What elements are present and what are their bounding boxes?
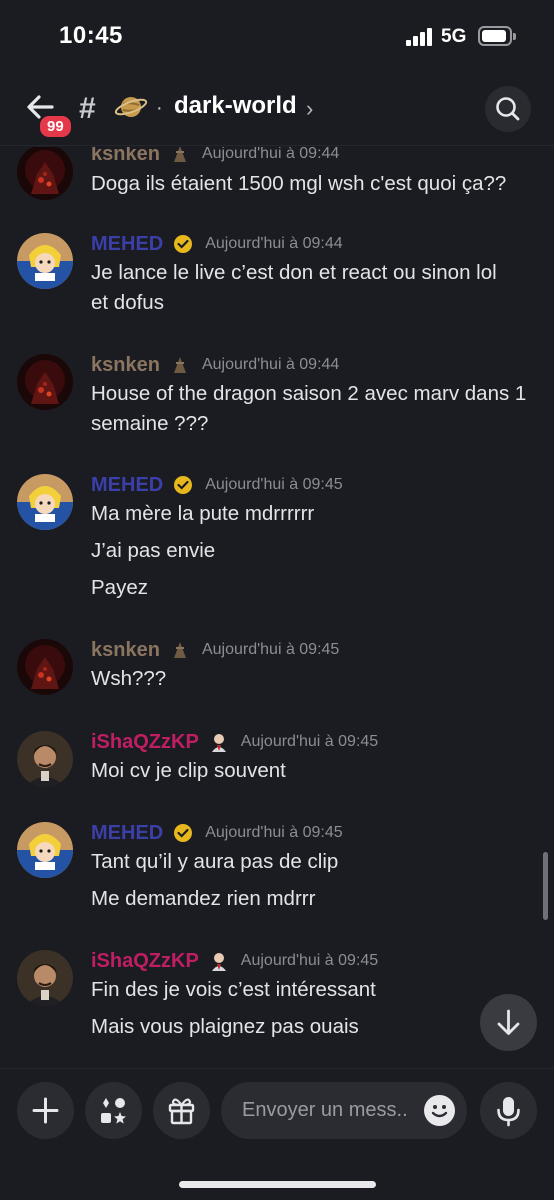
home-indicator[interactable] — [179, 1181, 376, 1188]
voice-message-button[interactable] — [480, 1082, 537, 1139]
emoji-icon[interactable] — [424, 1095, 455, 1126]
battery-icon — [478, 26, 516, 46]
message-meta: MEHED Aujourd'hui à 09:45 — [91, 820, 343, 846]
message-meta: ksnken Aujourd'hui à 09:45 — [91, 637, 339, 663]
channel-header: 99 # · dark-world › — [0, 78, 554, 146]
author-name[interactable]: ksnken — [91, 354, 160, 377]
message-text: Wsh??? — [91, 667, 167, 690]
chevron-right-icon[interactable]: › — [306, 96, 313, 122]
message-input[interactable]: Envoyer un mess.. — [221, 1082, 467, 1139]
message-text: Me demandez rien mdrrr — [91, 887, 316, 910]
message-text: Fin des je vois c’est intéressant — [91, 978, 376, 1001]
message-timestamp: Aujourd'hui à 09:44 — [205, 235, 343, 252]
message-text: Tant qu’il y aura pas de clip — [91, 850, 339, 873]
message-timestamp: Aujourd'hui à 09:45 — [205, 476, 343, 493]
trophy-role-icon — [170, 640, 190, 660]
avatar-ksnken[interactable] — [17, 639, 73, 695]
avatar-ksnken[interactable] — [17, 147, 73, 200]
status-time: 10:45 — [59, 22, 123, 49]
message-meta: iShaQZzKP Aujourd'hui à 09:45 — [91, 948, 378, 974]
message-meta: MEHED Aujourd'hui à 09:44 — [91, 231, 343, 257]
author-name[interactable]: MEHED — [91, 474, 163, 497]
verified-badge-icon — [173, 234, 193, 254]
unread-badge: 99 — [38, 114, 73, 139]
gift-icon — [168, 1098, 195, 1125]
message-meta: ksnken Aujourd'hui à 09:44 — [91, 352, 339, 378]
message-text: Je lance le live c’est don et react ou s… — [91, 261, 497, 284]
message-text: J’ai pas envie — [91, 539, 216, 562]
message-text: Doga ils étaient 1500 mgl wsh c'est quoi… — [91, 172, 507, 195]
plus-icon — [32, 1097, 59, 1124]
message-meta: iShaQZzKP Aujourd'hui à 09:45 — [91, 729, 378, 755]
bald-man-role-icon — [209, 951, 229, 971]
author-name[interactable]: ksnken — [91, 639, 160, 662]
verified-badge-icon — [173, 823, 193, 843]
avatar-ksnken[interactable] — [17, 354, 73, 410]
message-text: House of the dragon saison 2 avec marv d… — [91, 382, 527, 405]
message-text: et dofus — [91, 291, 164, 314]
author-name[interactable]: MEHED — [91, 233, 163, 256]
search-button[interactable] — [485, 86, 531, 132]
message-text: Ma mère la pute mdrrrrrr — [91, 502, 315, 525]
apps-button[interactable] — [85, 1082, 142, 1139]
trophy-role-icon — [170, 147, 190, 164]
message-meta: ksnken Aujourd'hui à 09:44 — [91, 147, 339, 167]
verified-badge-icon — [173, 475, 193, 495]
channel-hash-icon: # — [79, 92, 96, 125]
title-separator: · — [156, 97, 163, 119]
composer-bar: Envoyer un mess.. — [0, 1068, 554, 1200]
network-type: 5G — [441, 26, 467, 47]
trophy-role-icon — [170, 355, 190, 375]
jump-to-bottom-button[interactable] — [480, 994, 537, 1051]
search-icon — [496, 97, 520, 121]
scrollbar[interactable] — [543, 852, 548, 920]
message-timestamp: Aujourd'hui à 09:44 — [201, 356, 340, 373]
arrow-down-icon — [497, 1009, 520, 1035]
signal-icon — [406, 28, 434, 46]
author-name[interactable]: iShaQZzKP — [91, 950, 199, 973]
message-text: semaine ??? — [91, 412, 209, 435]
message-timestamp: Aujourd'hui à 09:44 — [201, 147, 340, 162]
gift-button[interactable] — [153, 1082, 210, 1139]
avatar-mehed[interactable] — [17, 474, 73, 530]
avatar-mehed[interactable] — [17, 822, 73, 878]
author-name[interactable]: iShaQZzKP — [91, 731, 199, 754]
message-timestamp: Aujourd'hui à 09:45 — [201, 641, 340, 658]
message-text: Payez — [91, 576, 148, 599]
avatar-ishaqzzkp[interactable] — [17, 950, 73, 1006]
bald-man-role-icon — [209, 732, 229, 752]
message-input-placeholder: Envoyer un mess.. — [242, 1099, 408, 1121]
message-timestamp: Aujourd'hui à 09:45 — [240, 952, 379, 969]
message-text: Mais vous plaignez pas ouais — [91, 1015, 359, 1038]
message-timestamp: Aujourd'hui à 09:45 — [240, 733, 379, 750]
add-attachment-button[interactable] — [17, 1082, 74, 1139]
status-bar: 10:45 5G — [0, 0, 554, 78]
author-name[interactable]: ksnken — [91, 147, 160, 166]
apps-icon — [101, 1098, 126, 1124]
message-meta: MEHED Aujourd'hui à 09:45 — [91, 472, 343, 498]
message-list[interactable]: ksnken Aujourd'hui à 09:44 Doga ils étai… — [0, 147, 554, 1067]
avatar-mehed[interactable] — [17, 233, 73, 289]
planet-icon — [114, 90, 148, 124]
message-timestamp: Aujourd'hui à 09:45 — [205, 824, 343, 841]
microphone-icon — [497, 1097, 520, 1127]
channel-name[interactable]: dark-world — [174, 92, 297, 120]
message-text: Moi cv je clip souvent — [91, 759, 286, 782]
avatar-ishaqzzkp[interactable] — [17, 731, 73, 787]
author-name[interactable]: MEHED — [91, 822, 163, 845]
